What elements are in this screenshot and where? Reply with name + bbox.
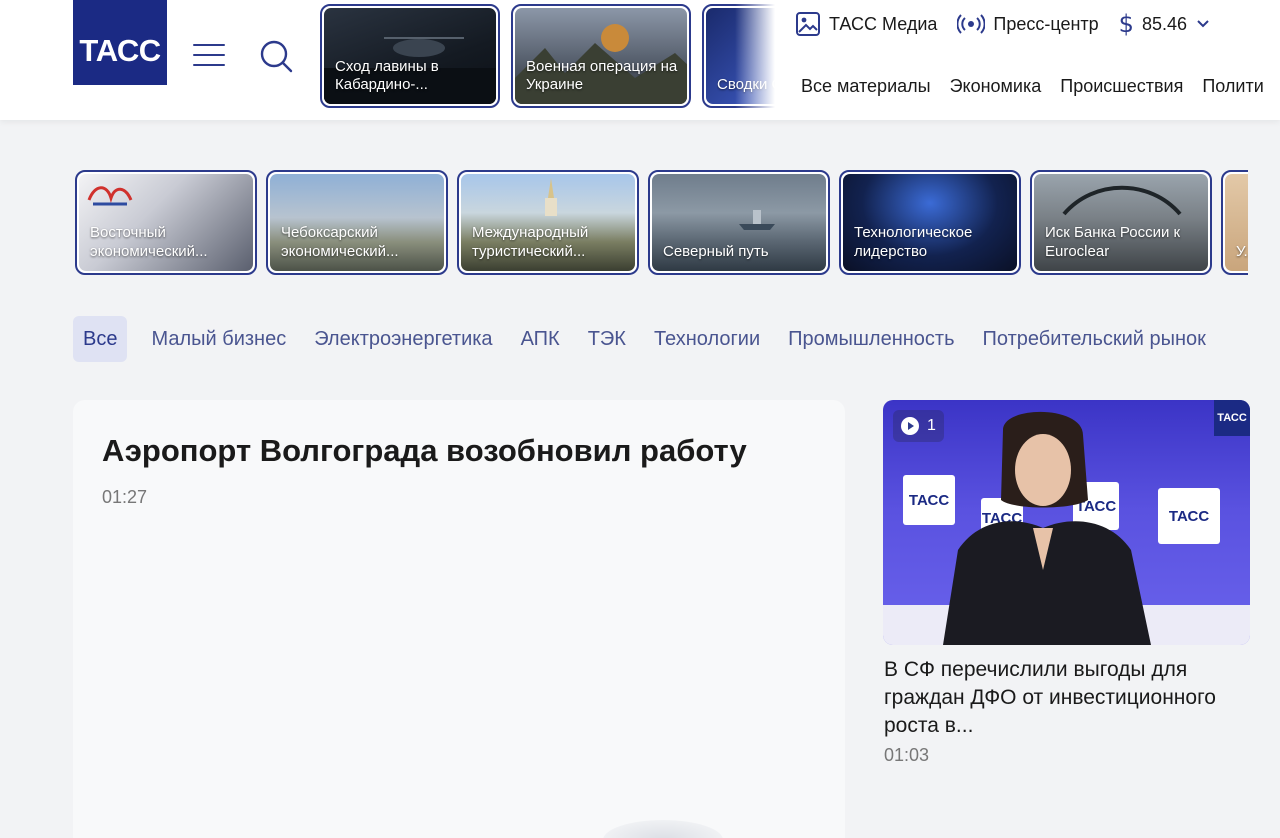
collection-label: У... р... [1236, 243, 1248, 260]
tab-small-business[interactable]: Малый бизнес [137, 316, 300, 362]
collection-tourism[interactable]: Международный туристический... [457, 170, 639, 275]
tass-media-label: ТАСС Медиа [829, 13, 938, 34]
tab-consumer-market[interactable]: Потребительский рынок [969, 316, 1220, 362]
tab-all[interactable]: Все [73, 316, 128, 362]
tab-agro[interactable]: АПК [507, 316, 574, 362]
video-thumbnail[interactable]: ТАСС ТАСС ТАСС ТАСС ТАСС 1 [883, 400, 1250, 645]
tass-logo[interactable]: ТАСС [73, 0, 167, 85]
category-tabs: Все Малый бизнес Электроэнергетика АПК Т… [73, 316, 1248, 362]
page: ТАСС Сход лавины в Кабардино-... Военная… [0, 0, 1280, 838]
tab-fuel-energy[interactable]: ТЭК [574, 316, 640, 362]
main-news-card[interactable]: Аэропорт Волгограда возобновил работу 01… [73, 400, 845, 838]
nav-economy[interactable]: Экономика [950, 76, 1042, 97]
collection-label: Чебоксарский экономический... [281, 224, 399, 260]
currency-dropdown[interactable]: $ 85.46 [1119, 10, 1209, 38]
nav-all-materials[interactable]: Все материалы [801, 76, 931, 97]
nav-politics[interactable]: Полити [1202, 76, 1263, 97]
collection-label: Международный туристический... [472, 224, 589, 260]
chevron-down-icon [1197, 20, 1209, 28]
top-links: ТАСС Медиа Пресс-центр $ 85.46 [795, 8, 1209, 40]
collection-label: Северный путь [663, 243, 769, 260]
story-avalanche[interactable]: Сход лавины в Кабардино-... [320, 4, 500, 108]
collection-tech-leadership[interactable]: Технологическое лидерство [839, 170, 1021, 275]
tass-media-link[interactable]: ТАСС Медиа [795, 11, 937, 37]
eef-logo-icon [87, 186, 133, 206]
video-count-badge: 1 [893, 410, 944, 442]
story-sovinformburo[interactable]: Сводки Совин... [702, 4, 775, 108]
collection-partial[interactable]: У... р... [1221, 170, 1248, 275]
broadcast-icon [957, 14, 986, 34]
collection-eef[interactable]: Восточный экономический... [75, 170, 257, 275]
tab-electric-power[interactable]: Электроэнергетика [300, 316, 506, 362]
collection-label: Восточный экономический... [90, 224, 208, 260]
side-news-title[interactable]: В СФ перечислили выгоды для граждан ДФО … [884, 656, 1244, 740]
loading-placeholder [603, 820, 723, 838]
currency-value: 85.46 [1141, 13, 1187, 34]
tab-technology[interactable]: Технологии [640, 316, 774, 362]
collections-strip: Восточный экономический... Чебоксарский … [75, 170, 1248, 275]
press-center-label: Пресс-центр [993, 13, 1099, 34]
press-center-link[interactable]: Пресс-центр [957, 12, 1099, 36]
main-nav: Все материалы Экономика Происшествия Пол… [801, 76, 1280, 97]
collection-cheboksary[interactable]: Чебоксарский экономический... [266, 170, 448, 275]
ship-icon [739, 210, 775, 230]
side-news-time: 01:03 [884, 745, 930, 765]
story-ukraine[interactable]: Военная операция на Украине [511, 4, 691, 108]
tower-icon [545, 178, 557, 216]
play-icon [901, 417, 919, 435]
menu-icon[interactable] [192, 40, 226, 70]
tass-watermark: ТАСС [1214, 400, 1250, 436]
image-icon [796, 12, 820, 36]
dollar-icon: $ [1118, 10, 1134, 38]
nav-incidents[interactable]: Происшествия [1060, 76, 1183, 97]
video-count: 1 [927, 417, 936, 434]
story-label: Военная операция на Украине [526, 58, 678, 93]
main-news-time: 01:27 [102, 487, 148, 507]
search-icon[interactable] [258, 38, 294, 74]
story-strip: Сход лавины в Кабардино-... Военная опер… [320, 4, 775, 108]
collection-label: Технологическое лидерство [854, 224, 973, 260]
tab-industry[interactable]: Промышленность [774, 316, 968, 362]
main-news-title[interactable]: Аэропорт Волгограда возобновил работу [102, 433, 747, 469]
story-label: Сход лавины в Кабардино-... [335, 58, 439, 93]
story-label: Сводки Совин... [717, 76, 775, 93]
collection-euroclear[interactable]: Иск Банка России к Euroclear [1030, 170, 1212, 275]
collection-label: Иск Банка России к Euroclear [1045, 224, 1181, 260]
collection-northern-route[interactable]: Северный путь [648, 170, 830, 275]
side-news-card[interactable]: ТАСС ТАСС ТАСС ТАСС ТАСС 1 В СФ перечисл… [883, 400, 1250, 780]
header: ТАСС Сход лавины в Кабардино-... Военная… [0, 0, 1280, 120]
